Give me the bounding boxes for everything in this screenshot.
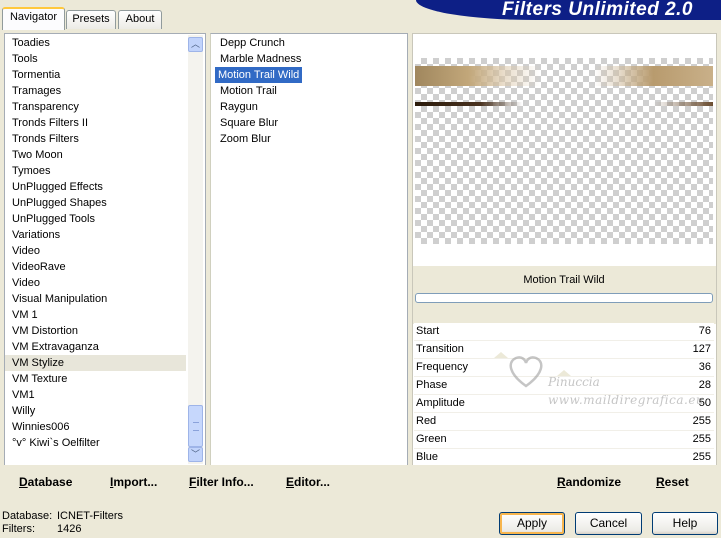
filter-item-label: Depp Crunch bbox=[220, 37, 285, 49]
tab-navigator[interactable]: Navigator bbox=[2, 7, 65, 30]
app-title: Filters Unlimited 2.0 bbox=[501, 0, 693, 20]
randomize-button[interactable]: Randomize bbox=[557, 475, 621, 489]
param-label: Phase bbox=[416, 379, 448, 391]
param-label: Green bbox=[416, 433, 447, 445]
database-button[interactable]: Database bbox=[19, 475, 72, 489]
filters-count-value: 1426 bbox=[57, 523, 82, 535]
motion-streak bbox=[415, 66, 713, 86]
filter-item[interactable]: Motion Trail Wild bbox=[211, 67, 407, 83]
filter-item-label: Raygun bbox=[220, 101, 258, 113]
filter-item[interactable]: Marble Madness bbox=[211, 51, 407, 67]
category-item[interactable]: Visual Manipulation bbox=[5, 291, 186, 307]
category-item[interactable]: VideoRave bbox=[5, 259, 186, 275]
help-button[interactable]: Help bbox=[652, 512, 718, 535]
filter-item-label: Marble Madness bbox=[220, 53, 302, 65]
filter-item[interactable]: Motion Trail bbox=[211, 83, 407, 99]
param-row-green[interactable]: Green 255 bbox=[414, 431, 714, 449]
tab-about[interactable]: About bbox=[118, 10, 162, 29]
category-item[interactable]: UnPlugged Effects bbox=[5, 179, 186, 195]
app-banner: Filters Unlimited 2.0 bbox=[416, 0, 721, 20]
param-row-red[interactable]: Red 255 bbox=[414, 413, 714, 431]
param-value: 255 bbox=[692, 433, 711, 445]
filter-item-label: Square Blur bbox=[220, 117, 279, 129]
category-item[interactable]: Willy bbox=[5, 403, 186, 419]
reset-button[interactable]: Reset bbox=[656, 475, 689, 489]
category-item[interactable]: Tronds Filters bbox=[5, 131, 186, 147]
current-filter-name: Motion Trail Wild bbox=[523, 274, 605, 286]
category-item[interactable]: Tronds Filters II bbox=[5, 115, 186, 131]
apply-button[interactable]: Apply bbox=[499, 512, 565, 535]
category-item[interactable]: Tramages bbox=[5, 83, 186, 99]
preview-image[interactable] bbox=[415, 58, 713, 244]
param-label: Transition bbox=[416, 343, 464, 355]
scroll-down-button[interactable]: ﹀ bbox=[188, 447, 203, 462]
scroll-thumb[interactable] bbox=[188, 405, 203, 447]
category-item[interactable]: UnPlugged Tools bbox=[5, 211, 186, 227]
status-info: Database: ICNET-Filters Filters: 1426 bbox=[2, 510, 123, 536]
category-item[interactable]: Tymoes bbox=[5, 163, 186, 179]
filter-item[interactable]: Square Blur bbox=[211, 115, 407, 131]
category-item[interactable]: VM Distortion bbox=[5, 323, 186, 339]
watermark-name: Pinuccia bbox=[548, 375, 600, 389]
category-scrollbar[interactable]: ︿ ﹀ bbox=[188, 35, 203, 464]
chevron-up-icon: ︿ bbox=[190, 39, 200, 49]
category-item[interactable]: °v° Kiwi`s Oelfilter bbox=[5, 435, 186, 451]
editor-button[interactable]: Editor... bbox=[286, 475, 330, 489]
heart-icon bbox=[509, 356, 543, 388]
filter-item-label: Zoom Blur bbox=[220, 133, 271, 145]
category-item[interactable]: Tools bbox=[5, 51, 186, 67]
param-value: 255 bbox=[692, 415, 711, 427]
param-label: Frequency bbox=[416, 361, 468, 373]
progress-bar bbox=[415, 293, 713, 303]
param-value: 255 bbox=[692, 451, 711, 463]
filters-count-label: Filters: bbox=[2, 523, 35, 535]
filter-item[interactable]: Zoom Blur bbox=[211, 131, 407, 147]
param-label: Red bbox=[416, 415, 437, 427]
filter-items: Depp Crunch Marble Madness Motion Trail Wi… bbox=[211, 35, 407, 147]
scroll-up-button[interactable]: ︿ bbox=[188, 37, 203, 52]
param-value: 76 bbox=[698, 325, 711, 337]
tab-strip: Navigator Presets About bbox=[0, 0, 420, 30]
param-label: Start bbox=[416, 325, 440, 337]
filter-item[interactable]: Depp Crunch bbox=[211, 35, 407, 51]
category-items: Toadies Tools Tormentia Tramages Transparenc… bbox=[5, 35, 186, 451]
category-item[interactable]: VM Extravaganza bbox=[5, 339, 186, 355]
filter-list: Depp Crunch Marble Madness Motion Trail Wi… bbox=[210, 33, 408, 466]
category-item[interactable]: Winnies006 bbox=[5, 419, 186, 435]
list-action-bar: Database Import... Filter Info... Editor… bbox=[4, 465, 408, 495]
database-label: Database: bbox=[2, 510, 53, 522]
category-item[interactable]: Tormentia bbox=[5, 67, 186, 83]
category-item[interactable]: Variations bbox=[5, 227, 186, 243]
chevron-down-icon: ﹀ bbox=[190, 449, 200, 459]
database-value: ICNET-Filters bbox=[57, 510, 123, 522]
category-item[interactable]: VM1 bbox=[5, 387, 186, 403]
tab-presets[interactable]: Presets bbox=[66, 10, 116, 29]
category-item[interactable]: UnPlugged Shapes bbox=[5, 195, 186, 211]
param-label: Amplitude bbox=[416, 397, 465, 409]
category-item[interactable]: VM 1 bbox=[5, 307, 186, 323]
filter-info-button[interactable]: Filter Info... bbox=[189, 475, 254, 489]
filter-item-label: Motion Trail Wild bbox=[215, 67, 303, 83]
category-item[interactable]: Toadies bbox=[5, 35, 186, 51]
watermark-url: www.maildiregrafica.eu bbox=[548, 393, 705, 407]
category-item[interactable]: VM Stylize bbox=[5, 355, 186, 371]
category-item[interactable]: Video bbox=[5, 275, 186, 291]
cancel-button[interactable]: Cancel bbox=[575, 512, 642, 535]
param-label: Blue bbox=[416, 451, 439, 463]
filter-item[interactable]: Raygun bbox=[211, 99, 407, 115]
category-item[interactable]: Two Moon bbox=[5, 147, 186, 163]
filter-item-label: Motion Trail bbox=[220, 85, 277, 97]
category-list: Toadies Tools Tormentia Tramages Transparenc… bbox=[4, 33, 206, 466]
watermark: Pinuccia www.maildiregrafica.eu bbox=[500, 345, 710, 415]
category-item[interactable]: VM Texture bbox=[5, 371, 186, 387]
category-item[interactable]: Transparency bbox=[5, 99, 186, 115]
import-button[interactable]: Import... bbox=[110, 475, 157, 489]
category-item[interactable]: Video bbox=[5, 243, 186, 259]
param-row-start[interactable]: Start 76 bbox=[414, 323, 714, 341]
motion-streak-dark bbox=[415, 102, 713, 106]
preset-action-bar: Randomize Reset bbox=[412, 465, 717, 495]
